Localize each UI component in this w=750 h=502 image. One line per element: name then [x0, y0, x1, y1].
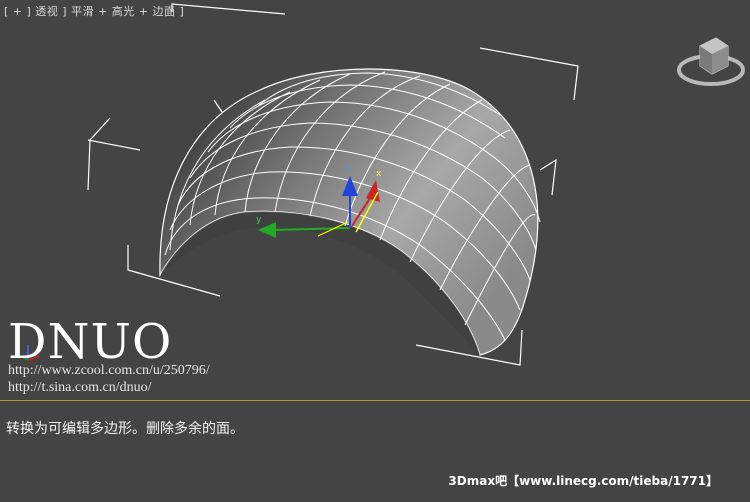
tutorial-caption: 转换为可编辑多边形。删除多余的面。 — [6, 421, 244, 437]
watermark-brand: DNUO — [8, 314, 173, 370]
divider — [0, 400, 750, 401]
gizmo-z-label: z — [346, 163, 351, 173]
watermark-url-zcool: http://www.zcool.com.cn/u/250796/ — [8, 363, 210, 378]
viewcube-icon[interactable] — [676, 32, 746, 92]
gizmo-y-label: y — [256, 215, 262, 225]
gizmo-x-label: x — [376, 169, 382, 179]
viewport-label[interactable]: [ + ] 透视 ] 平滑 + 高光 + 边面 ] — [4, 3, 184, 19]
watermark-url-sina: http://t.sina.com.cn/dnuo/ — [8, 380, 152, 395]
footer-credit: 3Dmax吧【www.linecg.com/tieba/1771】 — [448, 474, 718, 488]
